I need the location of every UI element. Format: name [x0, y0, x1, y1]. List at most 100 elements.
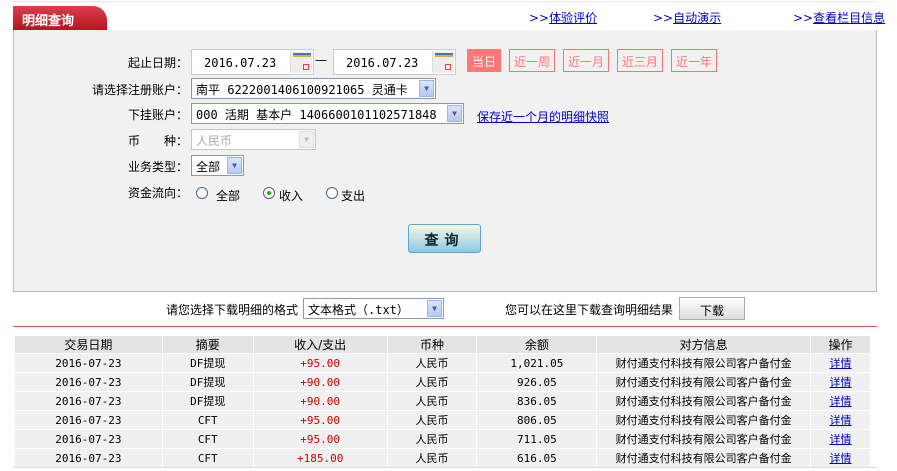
- column-header: 余额: [476, 335, 598, 354]
- currency-select[interactable]: 人民币 ▼: [191, 129, 316, 150]
- summary-cell: CFT: [161, 448, 254, 468]
- link-feedback[interactable]: >>体验评价: [529, 9, 597, 26]
- flow-income-radio[interactable]: [263, 187, 275, 199]
- biz-type-label: 业务类型：: [127, 160, 188, 174]
- flow-expense-radio[interactable]: [326, 187, 338, 199]
- query-button[interactable]: 查询: [408, 224, 481, 253]
- flow-all-label: 全部: [216, 189, 241, 203]
- balance-cell: 1,021.05: [476, 353, 598, 373]
- summary-cell: DF提现: [161, 372, 254, 392]
- date-label: 起止日期：: [127, 56, 188, 70]
- table-row: 2016-07-23 DF提现 +95.00 人民币 1,021.05 财付通支付科技有限…: [14, 353, 871, 373]
- amount-cell: +185.00: [252, 448, 388, 468]
- detail-link[interactable]: 详情: [830, 452, 852, 465]
- summary-cell: DF提现: [161, 391, 254, 411]
- flow-expense-label: 支出: [341, 189, 366, 203]
- balance-cell: 836.05: [476, 391, 598, 411]
- currency-cell: 人民币: [386, 410, 478, 430]
- detail-link[interactable]: 详情: [830, 414, 852, 427]
- amount-cell: +95.00: [252, 410, 388, 430]
- action-cell: 详情: [810, 372, 871, 392]
- currency-cell: 人民币: [386, 372, 478, 392]
- top-divider: [13, 1, 877, 2]
- sub-account-select[interactable]: 000 活期 基本户 1406600101102571848 ▼: [191, 103, 464, 124]
- calendar-icon[interactable]: [290, 51, 312, 73]
- chevron-down-icon: ▼: [427, 300, 442, 317]
- arrow-icon: >>: [653, 11, 674, 25]
- date-separator: —: [315, 53, 327, 67]
- range-today-button[interactable]: 当日: [467, 49, 502, 72]
- sub-account-value: 000 活期 基本户 1406600101102571848: [196, 108, 437, 122]
- range-month-button[interactable]: 近一月: [563, 49, 610, 72]
- biz-type-value: 全部: [196, 160, 221, 174]
- detail-link[interactable]: 详情: [830, 433, 852, 446]
- date-cell: 2016-07-23: [14, 353, 163, 373]
- detail-link[interactable]: 详情: [830, 376, 852, 389]
- range-3month-button[interactable]: 近三月: [617, 49, 664, 72]
- amount-cell: +90.00: [252, 391, 388, 411]
- column-header: 摘要: [161, 335, 254, 354]
- tab-detail-query[interactable]: 明细查询: [13, 6, 107, 30]
- balance-cell: 806.05: [476, 410, 598, 430]
- link-auto-demo[interactable]: >>自动演示: [653, 9, 721, 26]
- action-cell: 详情: [810, 429, 871, 449]
- download-format-label: 请您选择下载明细的格式: [166, 303, 299, 317]
- counterparty-cell: 财付通支付科技有限公司客户备付金: [596, 410, 812, 430]
- currency-label: 币 种：: [127, 134, 188, 148]
- table-row: 2016-07-23 DF提现 +90.00 人民币 836.05 财付通支付科技有限公司…: [14, 391, 871, 411]
- date-cell: 2016-07-23: [14, 410, 163, 430]
- biz-type-select[interactable]: 全部 ▼: [191, 155, 244, 176]
- flow-all-radio[interactable]: [196, 187, 208, 199]
- table-row: 2016-07-23 CFT +95.00 人民币 806.05 财付通支付科技有限公司客…: [14, 410, 871, 430]
- column-header: 对方信息: [596, 335, 812, 354]
- start-date-value: 2016.07.23: [204, 56, 277, 70]
- link-label: 自动演示: [673, 11, 722, 25]
- currency-value: 人民币: [196, 134, 233, 148]
- table-row: 2016-07-23 CFT +95.00 人民币 711.05 财付通支付科技有限公司客…: [14, 429, 871, 449]
- download-hint: 您可以在这里下载查询明细结果: [505, 303, 674, 317]
- chevron-down-icon: ▼: [227, 157, 242, 174]
- download-format-select[interactable]: 文本格式（.txt） ▼: [303, 298, 444, 319]
- counterparty-cell: 财付通支付科技有限公司客户备付金: [596, 448, 812, 468]
- arrow-icon: >>: [793, 11, 814, 25]
- date-cell: 2016-07-23: [14, 372, 163, 392]
- counterparty-cell: 财付通支付科技有限公司客户备付金: [596, 429, 812, 449]
- date-cell: 2016-07-23: [14, 448, 163, 468]
- currency-cell: 人民币: [386, 353, 478, 373]
- column-header: 操作: [810, 335, 871, 354]
- balance-cell: 616.05: [476, 448, 598, 468]
- flow-income-label: 收入: [279, 189, 304, 203]
- counterparty-cell: 财付通支付科技有限公司客户备付金: [596, 353, 812, 373]
- chevron-down-icon: ▼: [299, 131, 314, 148]
- action-cell: 详情: [810, 448, 871, 468]
- detail-link[interactable]: 详情: [830, 395, 852, 408]
- range-year-button[interactable]: 近一年: [671, 49, 718, 72]
- column-header: 交易日期: [14, 335, 163, 354]
- bottom-divider: [13, 467, 877, 468]
- chevron-down-icon: ▼: [419, 80, 434, 97]
- range-week-button[interactable]: 近一周: [509, 49, 556, 72]
- counterparty-cell: 财付通支付科技有限公司客户备付金: [596, 372, 812, 392]
- download-button[interactable]: 下载: [679, 297, 745, 320]
- balance-cell: 926.05: [476, 372, 598, 392]
- section-divider: [13, 326, 877, 327]
- calendar-icon[interactable]: [432, 51, 454, 73]
- amount-cell: +90.00: [252, 372, 388, 392]
- format-value: 文本格式（.txt）: [308, 303, 409, 317]
- amount-cell: +95.00: [252, 429, 388, 449]
- currency-cell: 人民币: [386, 448, 478, 468]
- action-cell: 详情: [810, 410, 871, 430]
- table-row: 2016-07-23 DF提现 +90.00 人民币 926.05 财付通支付科技有限公司…: [14, 372, 871, 392]
- end-date-input[interactable]: 2016.07.23: [333, 49, 456, 75]
- account-select[interactable]: 南平 6222001406100921065 灵通卡 ▼: [191, 78, 436, 99]
- account-value: 南平 6222001406100921065 灵通卡: [196, 83, 408, 97]
- date-cell: 2016-07-23: [14, 391, 163, 411]
- detail-link[interactable]: 详情: [830, 357, 852, 370]
- end-date-value: 2016.07.23: [346, 56, 419, 70]
- amount-cell: +95.00: [252, 353, 388, 373]
- save-snapshot-link[interactable]: 保存近一个月的明细快照: [477, 108, 609, 125]
- start-date-input[interactable]: 2016.07.23: [191, 49, 314, 75]
- summary-cell: DF提现: [161, 353, 254, 373]
- summary-cell: CFT: [161, 429, 254, 449]
- link-column-info[interactable]: >>查看栏目信息: [793, 9, 885, 26]
